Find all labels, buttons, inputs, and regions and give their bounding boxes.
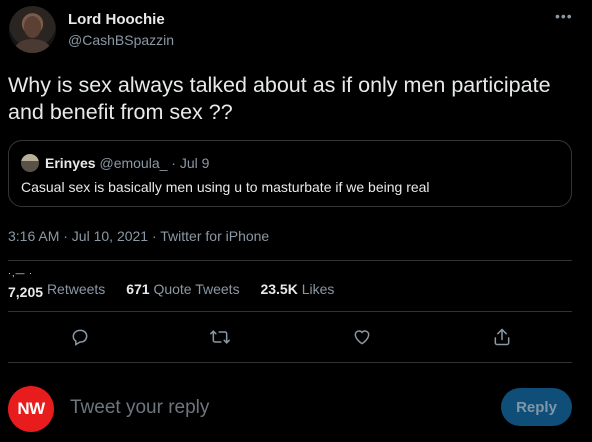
- reply-icon[interactable]: [68, 325, 92, 349]
- animated-counter-digits: ·,— ·: [8, 268, 33, 278]
- quote-tweets-count: 671: [126, 281, 150, 297]
- likes-count: 23.5K: [260, 281, 298, 297]
- author-avatar[interactable]: [9, 6, 56, 53]
- divider: [8, 311, 572, 312]
- quote-tweets-stat[interactable]: 671 Quote Tweets: [126, 281, 243, 297]
- quoted-author-avatar: [21, 154, 39, 172]
- retweets-label: Retweets: [46, 281, 106, 297]
- tweet-detail: Lord Hoochie @CashBSpazzin ••• Why is se…: [0, 0, 592, 442]
- quoted-separator: ·: [171, 155, 176, 171]
- reply-input[interactable]: [70, 393, 470, 423]
- avatar-shoulders: [15, 39, 50, 53]
- quoted-date: Jul 9: [179, 155, 210, 171]
- more-horizontal-icon[interactable]: •••: [555, 8, 573, 24]
- quoted-author-handle: @emoula_: [99, 155, 168, 171]
- likes-label: Likes: [301, 281, 335, 297]
- quoted-author-name: Erinyes: [45, 155, 96, 171]
- retweets-count: 7,205: [8, 284, 44, 300]
- author-handle[interactable]: @CashBSpazzin: [68, 32, 174, 48]
- divider: [8, 362, 572, 363]
- share-icon[interactable]: [490, 325, 514, 349]
- reply-button[interactable]: Reply: [501, 388, 572, 426]
- avatar-face: [24, 16, 41, 38]
- like-icon[interactable]: [350, 325, 374, 349]
- divider: [8, 260, 572, 261]
- author-display-name[interactable]: Lord Hoochie: [68, 11, 165, 28]
- quote-tweets-label: Quote Tweets: [153, 281, 240, 297]
- likes-stat[interactable]: 23.5K Likes: [260, 281, 334, 297]
- tweet-meta: 3:16 AM · Jul 10, 2021 · Twitter for iPh…: [8, 228, 270, 244]
- quoted-tweet-header: Erinyes @emoula_ · Jul 9: [45, 155, 209, 171]
- current-user-avatar[interactable]: NW: [8, 386, 54, 432]
- tweet-text: Why is sex always talked about as if onl…: [8, 73, 551, 124]
- retweets-stat[interactable]: ·,— · 7,205 Retweets: [8, 268, 109, 300]
- engagement-stats: ·,— · 7,205 Retweets 671 Quote Tweets 23…: [8, 268, 334, 300]
- quoted-tweet[interactable]: Erinyes @emoula_ · Jul 9 Casual sex is b…: [8, 140, 572, 207]
- retweet-icon[interactable]: [208, 325, 232, 349]
- quoted-tweet-text: Casual sex is basically men using u to m…: [21, 179, 430, 195]
